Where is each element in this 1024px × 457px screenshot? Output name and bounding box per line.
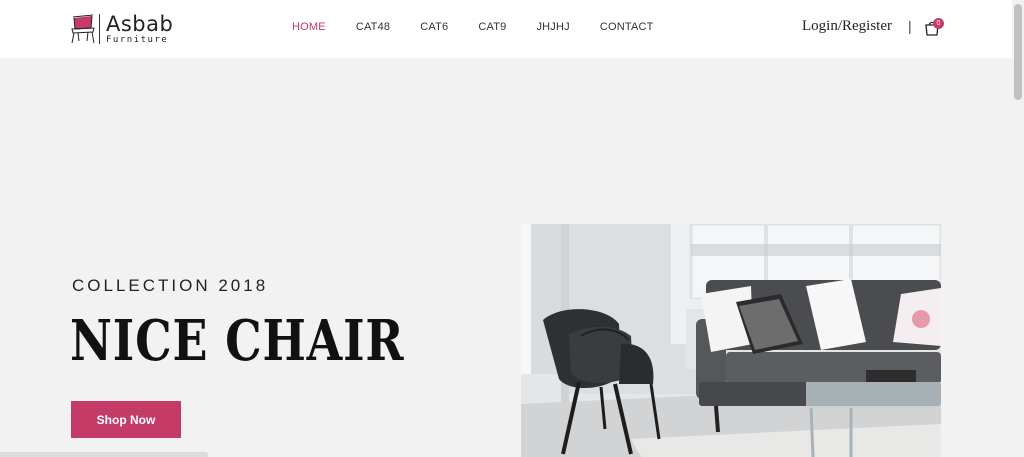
brand-logo[interactable]: Asbab Furniture — [70, 12, 173, 46]
nav-item-cat6[interactable]: CAT6 — [420, 21, 448, 33]
nav-item-contact[interactable]: CONTACT — [600, 21, 654, 33]
login-register-link[interactable]: Login/Register — [802, 18, 892, 35]
hero-subtitle: COLLECTION 2018 — [72, 276, 269, 295]
cart-button[interactable]: 0 — [924, 18, 944, 38]
site-header: Asbab Furniture HOME CAT48 CAT6 CAT9 JHJ… — [0, 0, 1012, 58]
nav-item-cat9[interactable]: CAT9 — [478, 21, 506, 33]
nav-item-home[interactable]: HOME — [292, 21, 326, 33]
logo-divider — [99, 14, 100, 44]
header-separator: | — [908, 18, 912, 34]
page-scrollbar[interactable] — [1012, 0, 1024, 457]
scrollbar-thumb[interactable] — [1014, 4, 1022, 100]
hero-title: NICE CHAIR — [70, 308, 405, 374]
brand-tagline: Furniture — [106, 34, 169, 45]
shop-now-button[interactable]: Shop Now — [71, 401, 181, 438]
hero-image — [521, 224, 941, 457]
logo-text: Asbab Furniture — [106, 11, 174, 45]
living-room-photo — [521, 224, 941, 457]
cart-count-badge: 0 — [933, 18, 944, 29]
nav-item-jhjhj[interactable]: JHJHJ — [536, 21, 569, 33]
main-nav: HOME CAT48 CAT6 CAT9 JHJHJ CONTACT — [292, 21, 684, 33]
bottom-scroll-strip — [0, 452, 208, 457]
chair-logo-icon — [71, 14, 95, 44]
brand-name: Asbab — [106, 11, 174, 36]
nav-item-cat48[interactable]: CAT48 — [356, 21, 390, 33]
